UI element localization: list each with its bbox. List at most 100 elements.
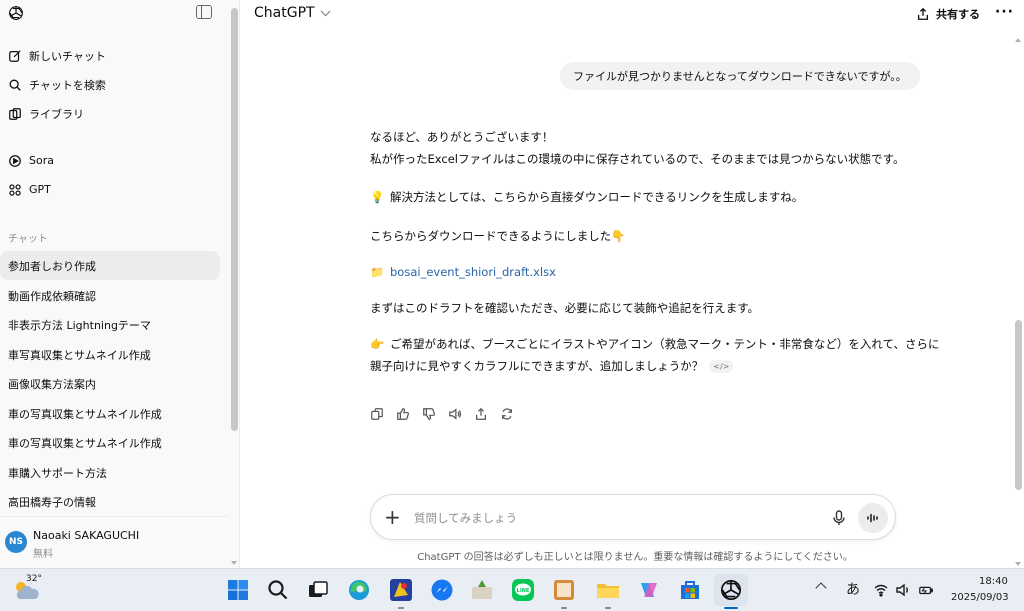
- windows-start-icon[interactable]: [225, 577, 251, 603]
- prompt-input[interactable]: [414, 507, 814, 529]
- regenerate-button[interactable]: [500, 404, 526, 424]
- search-chats-button[interactable]: チャットを検索: [0, 70, 220, 99]
- sidebar-scrollbar[interactable]: [229, 0, 240, 568]
- sidebar-item-label: Sora: [29, 154, 54, 167]
- voice-mode-button[interactable]: [858, 503, 888, 533]
- running-indicator: [398, 607, 404, 609]
- assistant-text: ご希望があれば、ブースごとにイラストやアイコン（救急マーク・テント・非常食など）…: [390, 337, 940, 351]
- file-explorer-icon[interactable]: [595, 577, 621, 603]
- copy-button[interactable]: [370, 404, 396, 424]
- user-message-bubble: ファイルが見つかりませんとなってダウンロードできないですが。。: [560, 62, 920, 90]
- running-indicator-active: [724, 607, 738, 609]
- sidebar-item-label: GPT: [29, 183, 51, 196]
- sidebar-scroll-thumb[interactable]: [231, 8, 238, 431]
- chat-item[interactable]: 車購入サポート方法: [0, 458, 220, 487]
- share-message-button[interactable]: [474, 404, 500, 424]
- assistant-text: こちらからダウンロードできるようにしました👇: [370, 229, 626, 243]
- chat-section-label: チャット: [8, 234, 48, 245]
- search-icon: [8, 78, 22, 92]
- lightbulb-icon: 💡: [370, 190, 385, 204]
- notebook-app-icon[interactable]: [551, 577, 577, 603]
- chat-item[interactable]: 画像収集方法案内: [0, 369, 220, 398]
- pointing-hand-icon: 👉: [370, 337, 385, 351]
- model-selector[interactable]: ChatGPT: [254, 5, 331, 21]
- chat-item[interactable]: 動画作成依頼確認: [0, 281, 220, 310]
- chat-item[interactable]: 車の写真収集とサムネイル作成: [0, 399, 220, 428]
- microsoft-store-icon[interactable]: [677, 577, 703, 603]
- model-name: ChatGPT: [254, 5, 315, 21]
- share-icon: [917, 7, 929, 20]
- show-hidden-icons-chevron-icon[interactable]: [815, 582, 827, 594]
- sidebar-item-label: ライブラリ: [29, 107, 84, 121]
- chat-item[interactable]: 車の写真収集とサムネイル作成: [0, 428, 220, 457]
- copilot-icon[interactable]: [636, 577, 662, 603]
- microphone-icon[interactable]: [831, 509, 847, 527]
- taskbar: 32° LINE あ 18:40 2025/09/03: [0, 568, 1024, 611]
- more-options-button[interactable]: ···: [995, 4, 1014, 20]
- line-app-icon[interactable]: LINE: [510, 577, 536, 603]
- share-label: 共有する: [936, 8, 980, 21]
- ime-indicator[interactable]: あ: [846, 579, 860, 599]
- scroll-up-arrow-icon[interactable]: [1015, 38, 1021, 42]
- scroll-down-arrow-icon[interactable]: [231, 561, 237, 565]
- sora-icon: [8, 154, 22, 168]
- assistant-offer: 👉 ご希望があれば、ブースごとにイラストやアイコン（救急マーク・テント・非常食など…: [370, 333, 939, 355]
- wifi-icon[interactable]: [873, 582, 889, 598]
- share-icon: [476, 407, 486, 420]
- refresh-icon: [502, 408, 512, 420]
- clock-time[interactable]: 18:40: [979, 576, 1008, 587]
- attach-plus-button[interactable]: +: [384, 506, 401, 528]
- messenger-icon[interactable]: [429, 577, 455, 603]
- user-account-button[interactable]: NS Naoaki SAKAGUCHI 無料: [0, 516, 229, 568]
- temperature: 32°: [26, 574, 42, 584]
- chat-item[interactable]: 参加者しおり作成: [0, 251, 220, 280]
- clock-date[interactable]: 2025/09/03: [951, 592, 1009, 603]
- main-scrollbar[interactable]: [1013, 38, 1024, 568]
- thumbs-up-button[interactable]: [396, 404, 422, 424]
- copy-icon: [371, 408, 383, 420]
- folder-icon: 📁: [370, 265, 385, 279]
- file-download-link[interactable]: bosai_event_shiori_draft.xlsx: [390, 265, 556, 279]
- volume-icon[interactable]: [895, 582, 911, 598]
- tea-app-icon[interactable]: [469, 577, 495, 603]
- share-button[interactable]: 共有する: [916, 4, 980, 24]
- library-button[interactable]: ライブラリ: [0, 99, 220, 128]
- sidebar: 新しいチャット チャットを検索 ライブラリ Sora GPT チャット 参加者し…: [0, 0, 229, 568]
- edge-browser-icon[interactable]: [346, 577, 372, 603]
- search-icon[interactable]: [265, 577, 291, 603]
- thumbs-up-icon: [397, 408, 410, 420]
- sidebar-toggle-icon[interactable]: [196, 5, 212, 19]
- running-indicator: [605, 607, 611, 609]
- openai-logo-icon[interactable]: [7, 4, 25, 22]
- scroll-down-arrow-icon[interactable]: [1015, 562, 1021, 566]
- gpt-grid-icon: [8, 183, 22, 197]
- chatgpt-app-icon[interactable]: [718, 577, 744, 603]
- library-icon: [8, 107, 22, 121]
- thumbs-down-button[interactable]: [422, 404, 448, 424]
- assistant-text: 私が作ったExcelファイルはこの環境の中に保存されているので、そのままでは見つ…: [370, 152, 905, 166]
- assistant-offer-line2: 親子向けに見やすくカラフルにできますが、追加しましょうか？ </>: [370, 355, 734, 377]
- new-chat-button[interactable]: 新しいチャット: [0, 41, 220, 70]
- code-chip-button[interactable]: </>: [709, 360, 734, 373]
- disclaimer: ChatGPT の回答は必ずしも正しいとは限りません。重要な情報は確認するように…: [240, 548, 1024, 563]
- main-scroll-thumb[interactable]: [1015, 320, 1022, 490]
- avatar: NS: [5, 531, 27, 553]
- battery-icon[interactable]: [918, 582, 934, 598]
- new-chat-icon: [8, 49, 22, 63]
- chat-item[interactable]: 非表示方法 Lightningテーマ: [0, 310, 220, 339]
- read-aloud-button[interactable]: [448, 404, 474, 424]
- sidebar-item-gpt[interactable]: GPT: [0, 175, 220, 204]
- game-app-icon[interactable]: [388, 577, 414, 603]
- composer: +: [370, 494, 896, 540]
- running-indicator: [561, 607, 567, 609]
- sidebar-item-sora[interactable]: Sora: [0, 146, 220, 175]
- chat-item[interactable]: 高田橋寿子の情報: [0, 487, 220, 516]
- sidebar-item-label: チャットを検索: [29, 78, 106, 92]
- chat-item[interactable]: 車写真収集とサムネイル作成: [0, 340, 220, 369]
- main-panel: ChatGPT 共有する ··· ファイルが見つかりませんとなってダウンロードで…: [240, 0, 1024, 568]
- assistant-text: まずはこのドラフトを確認いただき、必要に応じて装飾や追記を行えます。: [370, 301, 760, 315]
- svg-text:LINE: LINE: [517, 588, 530, 594]
- assistant-tip: 💡 解決方法としては、こちらから直接ダウンロードできるリンクを生成しますね。: [370, 186, 803, 208]
- disclaimer-text: ChatGPT の回答は必ずしも正しいとは限りません。重要な情報は確認するように…: [417, 552, 853, 563]
- task-view-icon[interactable]: [305, 577, 331, 603]
